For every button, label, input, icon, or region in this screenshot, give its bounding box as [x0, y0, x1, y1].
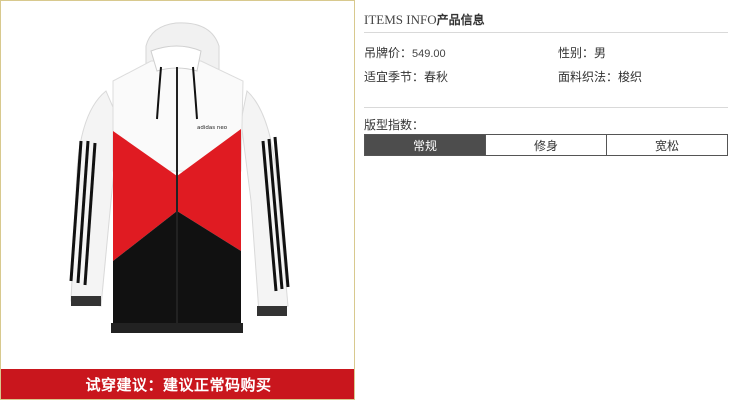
attribute-label: 适宜季节：: [364, 70, 425, 84]
fit-option-regular: 常规: [365, 135, 485, 155]
brand-logo: adidas neo: [197, 125, 228, 131]
attribute-label: 吊牌价：: [364, 46, 413, 60]
attribute-value: 春秋: [424, 70, 449, 84]
attribute-label: 性别：: [558, 46, 595, 60]
product-info-panel: ITEMS INFO 产品信息 吊牌价：549.00 性别：男 适宜季节：春秋 …: [364, 0, 728, 156]
attribute-season: 适宜季节：春秋: [364, 68, 448, 85]
jacket-image: adidas neo: [69, 22, 290, 333]
info-header-cn: 产品信息: [436, 13, 485, 27]
divider: [364, 107, 728, 108]
fit-option-loose: 宽松: [606, 135, 727, 155]
info-header-en: ITEMS INFO: [364, 12, 437, 27]
attribute-price: 吊牌价：549.00: [364, 44, 446, 61]
attribute-gender: 性别：男: [558, 44, 606, 61]
fit-index-scale: 常规 修身 宽松: [364, 134, 728, 156]
fit-option-slim: 修身: [485, 135, 606, 155]
fit-index-title: 版型指数：: [364, 118, 425, 132]
attribute-value: 549.00: [412, 48, 446, 60]
attribute-grid: 吊牌价：549.00 性别：男 适宜季节：春秋 面料织法：梭织: [364, 39, 728, 99]
attribute-value: 男: [594, 46, 607, 60]
attribute-value: 梭织: [618, 70, 643, 84]
fit-suggestion-banner: 试穿建议：建议正常码购买: [1, 369, 354, 399]
attribute-fabric: 面料织法：梭织: [558, 68, 642, 85]
info-header: ITEMS INFO 产品信息: [364, 0, 728, 33]
attribute-label: 面料织法：: [558, 70, 619, 84]
product-image-panel: adidas neo 试穿建议：建议正常码购买: [0, 0, 355, 400]
